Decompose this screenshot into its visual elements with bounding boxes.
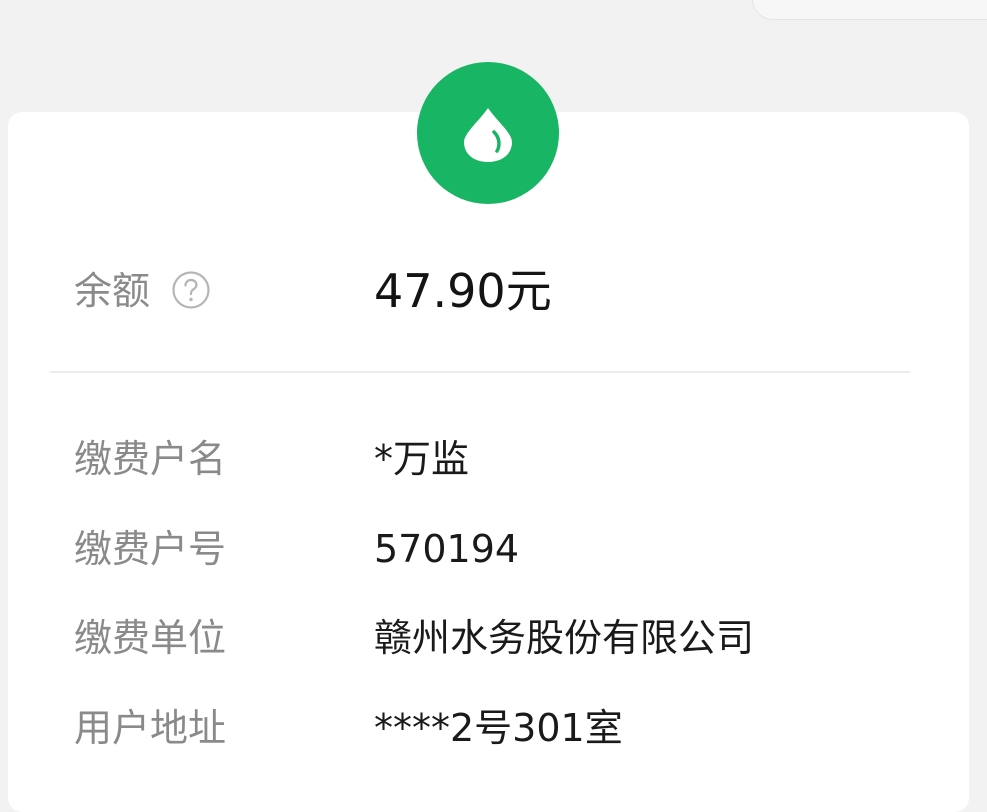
divider bbox=[50, 371, 910, 373]
water-drop-icon bbox=[464, 108, 512, 162]
user-address-value: ****2号301室 bbox=[374, 706, 623, 750]
top-pill-shape bbox=[752, 0, 987, 20]
question-circle-icon[interactable] bbox=[171, 270, 211, 310]
user-address-label: 用户地址 bbox=[74, 706, 227, 750]
water-service-badge bbox=[417, 62, 559, 204]
balance-label: 余额 bbox=[74, 269, 151, 313]
balance-amount: 47.90元 bbox=[374, 264, 552, 318]
payer-name-value: *万监 bbox=[374, 437, 470, 481]
payer-name-label: 缴费户名 bbox=[74, 437, 227, 481]
payer-number-value: 570194 bbox=[374, 527, 520, 571]
payer-number-label: 缴费户号 bbox=[74, 527, 227, 571]
payee-unit-value: 赣州水务股份有限公司 bbox=[374, 616, 755, 660]
payee-unit-label: 缴费单位 bbox=[74, 616, 227, 660]
